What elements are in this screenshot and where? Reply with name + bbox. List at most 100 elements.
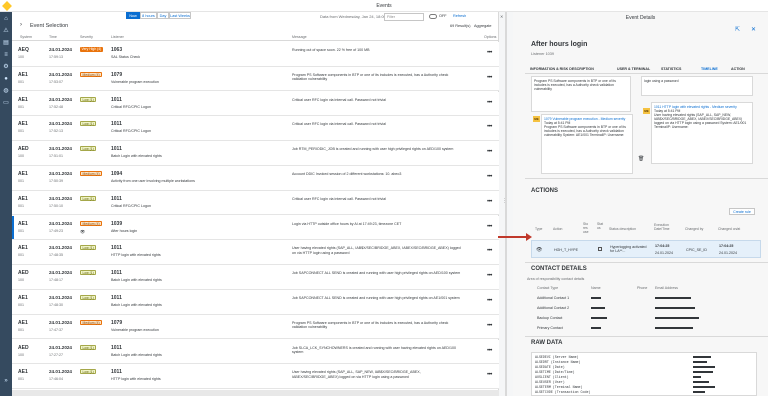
table-row[interactable]: AED 100 24.01.2024 17:48:17 Low (1) 1011 Batch… — [12, 265, 499, 290]
status-description: Hyperlogging activated for LA**... — [610, 245, 647, 253]
tab-user-terminal[interactable]: USER & TERMINAL — [617, 67, 650, 71]
row-client: 001 — [18, 129, 24, 134]
aggregate-button[interactable]: Aggregate — [474, 24, 492, 28]
row-options-icon[interactable]: ••• — [487, 298, 492, 304]
row-message: Program PS Software components in BTP or… — [292, 320, 449, 330]
col-options[interactable]: Options — [484, 35, 496, 39]
tab-information[interactable]: INFORMATION & RISK DESCRIPTION — [530, 67, 594, 71]
raw-line: ALSEDEVI (Server Name) — [535, 355, 579, 359]
raw-data-box: ALSEDEVI (Server Name) ALSEDRT (Instance… — [531, 352, 757, 396]
close-details-icon[interactable]: ✕ — [751, 26, 756, 33]
table-row[interactable]: AE1 001 24.01.2024 17:49:23 Medium (4) 👁 1039 A… — [12, 215, 499, 241]
changed-date: 24.01.2024 — [719, 251, 737, 255]
row-date: 24.01.2024 — [49, 171, 72, 176]
live-toggle[interactable] — [429, 14, 437, 19]
table-row[interactable]: AED 100 24.01.2024 17:27:27 Low (1) 1011 Batch… — [12, 339, 499, 365]
tab-statistics[interactable]: STATISTICS — [661, 67, 681, 71]
row-options-icon[interactable]: ••• — [487, 348, 492, 354]
filter-input[interactable]: Filter — [384, 13, 424, 21]
delete-icon[interactable]: 🗑 — [638, 156, 644, 162]
table-row[interactable]: AE1 001 24.01.2024 17:47:37 Medium (4) 1079 Vu… — [12, 314, 499, 340]
row-options-icon[interactable]: ••• — [487, 224, 492, 230]
expand-icon[interactable]: » — [3, 378, 9, 384]
table-row[interactable]: AE1 001 24.01.2024 17:46:04 Low (1) 1011 HTTP … — [12, 364, 499, 389]
row-time: 17:46:04 — [49, 377, 63, 382]
folder-icon[interactable]: ▭ — [3, 100, 9, 106]
redacted-value — [693, 366, 715, 368]
create-rule-button[interactable]: Create rule — [729, 208, 755, 215]
panel-splitter[interactable]: ⋮ — [502, 12, 510, 396]
card-body: User having elevated rights (SAP_ALL, SA… — [654, 113, 747, 129]
row-date: 24.01.2024 — [49, 121, 72, 127]
col-system[interactable]: System — [20, 35, 32, 39]
segment-now[interactable]: Now — [126, 12, 140, 19]
row-options-icon[interactable]: ••• — [487, 174, 492, 180]
event-subtitle: Listener 1039 — [531, 52, 555, 56]
table-row[interactable]: AE1 001 24.01.2024 17:50:39 Medium (4) 1094 Ac… — [12, 166, 499, 191]
row-listener-desc: Batch Login with elevated rights — [111, 154, 162, 159]
contact-row-label: Primary Contact — [537, 326, 563, 330]
timeline-card-1079[interactable]: 1079 Vulnerable program execution - Medi… — [541, 114, 633, 174]
table-row[interactable]: AE1 001 24.01.2024 17:50:10 Low (1) 1011 Criti… — [12, 190, 499, 216]
row-time: 17:48:35 — [49, 253, 63, 258]
settings-icon[interactable]: ⚙ — [3, 64, 9, 70]
chart-icon[interactable]: ▤ — [3, 40, 9, 46]
row-listener-desc: HTTP login with elevated rights — [111, 253, 161, 258]
row-listener-id: 1011 — [111, 96, 122, 103]
tab-action[interactable]: ACTION — [731, 67, 745, 71]
row-options-icon[interactable]: ••• — [487, 248, 492, 254]
row-message: User having elevated rights (SAP_ALL, IA… — [292, 246, 461, 255]
sidebar-close-icon[interactable]: ✕ — [500, 14, 503, 19]
row-options-icon[interactable]: ••• — [487, 199, 492, 205]
segment-last-weeks[interactable]: Last Weeks — [169, 12, 191, 19]
eye-icon[interactable]: 👁 — [80, 229, 85, 234]
table-row[interactable]: AE1 001 24.01.2024 17:52:13 Low (1) 1011 Criti… — [12, 116, 499, 141]
row-options-icon[interactable]: ••• — [487, 100, 492, 106]
action-row[interactable]: 👁 HGH_T_HYPE Hyperlogging activated for … — [531, 240, 761, 258]
horizontal-scrollbar[interactable] — [12, 390, 499, 396]
row-options-icon[interactable]: ••• — [487, 75, 492, 81]
severity-badge: Very High (4) — [80, 47, 103, 52]
alert-icon[interactable]: ⚠ — [3, 28, 9, 34]
splitter-grip-icon[interactable]: ⋮ — [502, 198, 510, 206]
row-options-icon[interactable]: ••• — [487, 323, 492, 329]
list-icon[interactable]: ≡ — [3, 52, 9, 58]
table-row[interactable]: AE1 001 24.01.2024 17:48:30 Low (1) 1011 Batch… — [12, 290, 499, 315]
row-time: 17:47:37 — [49, 327, 63, 332]
database-icon[interactable]: ◍ — [3, 88, 9, 94]
table-row[interactable]: AE1 001 24.01.2024 17:48:35 Low (1) 1011 HTTP … — [12, 240, 499, 265]
col-time[interactable]: Time — [49, 35, 57, 39]
open-external-icon[interactable]: ⇱ — [735, 26, 740, 33]
table-row[interactable]: AE1 001 24.01.2024 17:53:07 Medium (4) 1079 Vu… — [12, 66, 499, 92]
col-message[interactable]: Message — [292, 35, 307, 39]
row-listener-id: 1011 — [111, 195, 122, 202]
table-row[interactable]: AEQ 100 24.01.2024 17:59:13 Very High (4) 106… — [12, 42, 499, 67]
exec-date: 24.01.2024 — [655, 251, 673, 255]
row-options-icon[interactable]: ••• — [487, 372, 492, 378]
raw-line: AUSLIENT (Client) — [535, 375, 569, 379]
refresh-button[interactable]: Refresh — [453, 14, 466, 18]
col-severity[interactable]: Severity — [80, 35, 93, 39]
checkbox-icon[interactable] — [598, 247, 602, 251]
row-listener-desc: Critical RFC/CPIC Logon — [111, 104, 151, 109]
row-options-icon[interactable]: ••• — [487, 149, 492, 155]
collapse-chevron-icon[interactable]: › — [20, 22, 22, 28]
home-icon[interactable]: ⌂ — [3, 16, 9, 22]
tab-timeline[interactable]: TIMELINE — [701, 67, 718, 71]
segment-8-hours[interactable]: 8 hours — [140, 12, 157, 19]
eye-icon[interactable]: 👁 — [536, 247, 542, 253]
row-options-icon[interactable]: ••• — [487, 50, 492, 56]
row-options-icon[interactable]: ••• — [487, 273, 492, 279]
col-listener[interactable]: Listener — [111, 35, 124, 39]
table-row[interactable]: AE1 001 24.01.2024 17:52:48 Low (1) 1011 Criti… — [12, 91, 499, 117]
timeline-card-1011[interactable]: 1011 HTTP login with elevated rights - M… — [651, 102, 753, 164]
date-range-text: Data from Wednesday, Jan 24, 18:00 — [320, 14, 386, 19]
user-icon[interactable]: ● — [3, 76, 9, 82]
table-row[interactable]: AED 100 24.01.2024 17:51:01 Low (1) 1011 Batch… — [12, 141, 499, 166]
row-client: 001 — [18, 228, 24, 233]
segment-day[interactable]: Day — [157, 12, 169, 19]
row-options-icon[interactable]: ••• — [487, 124, 492, 130]
event-details-panel: Event Details ⇱ ✕ After hours login List… — [513, 12, 768, 396]
row-message: Job SLCA_LCK_SYNCHOWNERS is created and … — [292, 345, 456, 354]
event-avatar: ME — [533, 116, 540, 122]
